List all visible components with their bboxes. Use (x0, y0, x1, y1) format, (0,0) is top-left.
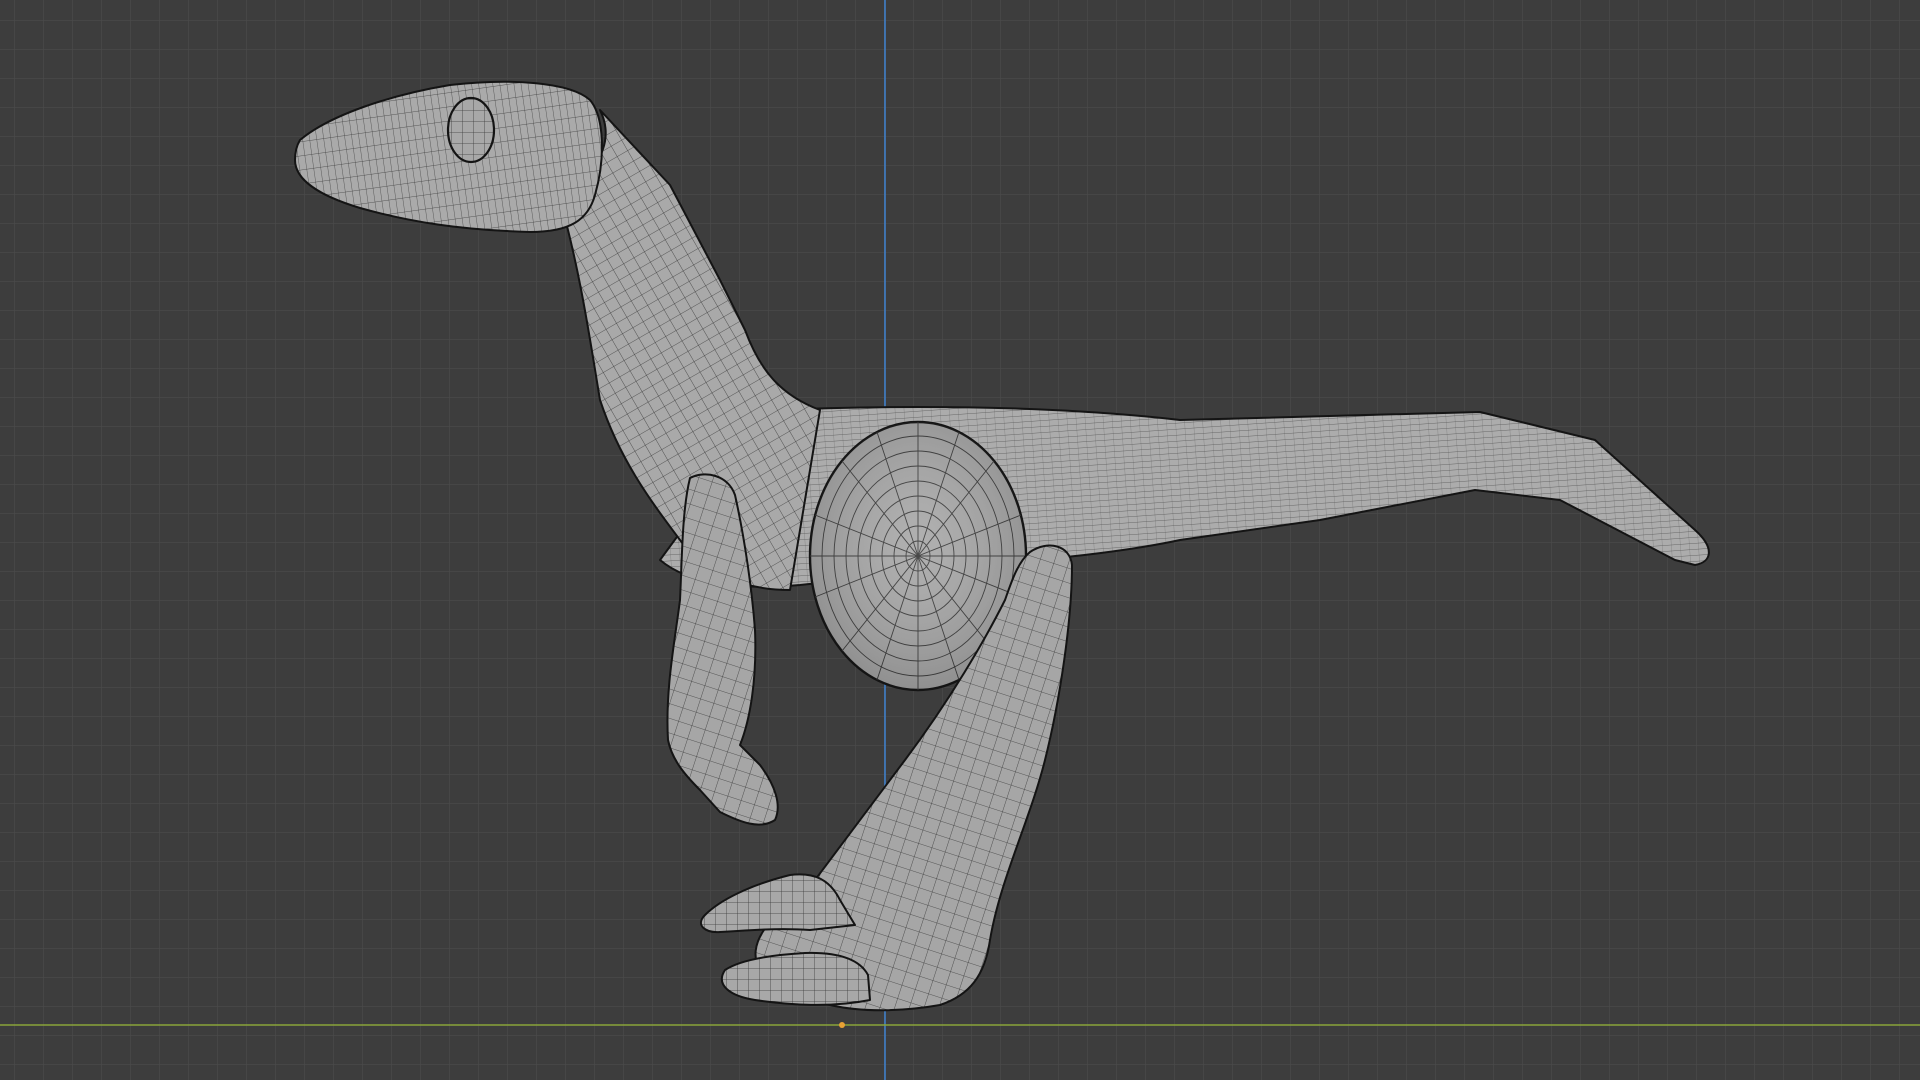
origin-marker (839, 1022, 845, 1028)
3d-viewport[interactable] (0, 0, 1920, 1080)
mesh-front-toe (720, 951, 871, 1006)
mesh-eye (446, 96, 496, 164)
viewport-canvas[interactable] (0, 0, 1920, 1080)
